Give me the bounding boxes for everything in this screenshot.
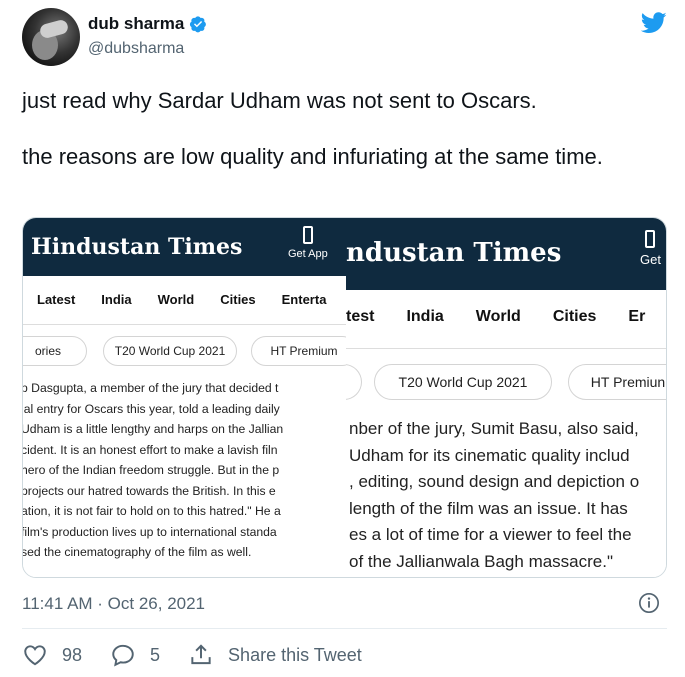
tweet-media[interactable]: Hindustan Times Get App Latest India Wor… [22,217,667,578]
media-image-right[interactable]: ndustan Times Get test India World Citie… [346,218,666,577]
tweet-header: dub sharma @dubsharma [22,8,667,68]
ht-nav-item: World [157,292,195,307]
share-button[interactable]: Share this Tweet [188,642,362,668]
tweet-paragraph: just read why Sardar Udham was not sent … [22,88,537,113]
media-image-left[interactable]: Hindustan Times Get App Latest India Wor… [23,218,346,577]
ht-pill: HT Premium [251,336,346,366]
article-line: nber of the jury, Sumit Basu, also said, [349,419,639,438]
divider [23,324,346,325]
get-app: Get [640,230,661,267]
ht-article-text: nber of the jury, Sumit Basu, also said,… [349,416,639,575]
ht-header-bar: Hindustan Times Get App [23,218,346,276]
get-app-label: Get App [288,248,328,260]
ht-nav-item: Cities [220,292,256,307]
phone-icon [302,226,313,244]
article-line: Udham for its cinematic quality includ [349,445,630,465]
get-app-label: Get [640,252,661,267]
ht-nav-item: Er [628,308,646,325]
display-name-row[interactable]: dub sharma [88,14,207,34]
article-line: p Dasgupta, a member of the jury that de… [23,381,279,395]
ht-article-text: p Dasgupta, a member of the jury that de… [23,378,283,563]
ht-nav-item: Latest [37,292,76,307]
user-handle[interactable]: @dubsharma [88,40,184,58]
tweet-timestamp[interactable]: 11:41 AM · Oct 26, 2021 [22,594,205,614]
ht-pill: T20 World Cup 2021 [374,364,552,400]
phone-icon [645,230,656,248]
like-button[interactable]: 98 [22,642,82,668]
ht-pill: T20 World Cup 2021 [103,336,237,366]
ht-nav-item: test [346,308,375,325]
ht-header-bar: ndustan Times Get [346,218,666,290]
reply-count: 5 [150,644,161,665]
ht-nav-item: India [406,308,444,325]
ht-pill: ories [23,336,87,366]
article-line: hero of the Indian freedom struggle. But… [23,463,280,477]
ht-pill: HT Premiun [568,364,666,400]
verified-badge-icon [190,16,207,33]
ht-nav-item: Enterta [281,292,327,307]
avatar[interactable] [22,8,80,66]
tweet-actions: 98 5 Share this Tweet [22,640,390,670]
article-line: ial entry for Oscars this year, told a l… [23,401,280,416]
ht-nav-item: Cities [552,308,597,325]
ht-nav: Latest India World Cities Enterta [37,292,346,307]
article-line: film's production lives up to internatio… [23,524,277,539]
ht-logo: Hindustan Times [31,234,243,260]
article-line: Udham is a little lengthy and harps on t… [23,422,284,436]
article-line: projects our hatred towards the British.… [23,483,276,498]
ht-nav: test India World Cities Er [346,308,666,326]
divider [22,628,667,629]
ht-pill-edge [346,364,362,400]
article-line: sed the cinematography of the film as we… [23,545,252,559]
ht-logo: ndustan Times [346,238,562,268]
like-count: 98 [62,644,83,665]
ht-nav-item: India [101,292,132,307]
article-line: es a lot of time for a viewer to feel th… [349,525,632,544]
article-line: , editing, sound design and depiction o [349,472,640,491]
divider [346,348,666,349]
article-line: of the Jallianwala Bagh massacre." [349,551,614,571]
share-icon [191,644,211,665]
article-line: length of the film was an issue. It has [349,498,628,518]
reply-icon [112,644,134,667]
share-label: Share this Tweet [228,644,362,665]
ht-nav-item: World [475,308,521,325]
info-icon[interactable] [638,592,660,614]
twitter-bird-icon[interactable] [641,12,667,34]
reply-button[interactable]: 5 [110,642,160,668]
article-line: cident. It is an honest effort to make a… [23,442,278,457]
heart-icon [24,645,46,666]
get-app: Get App [288,226,328,260]
tweet-text: just read why Sardar Udham was not sent … [22,87,662,199]
tweet-paragraph: the reasons are low quality and infuriat… [22,144,603,169]
article-line: ation, it is not fair to hold on to this… [23,504,281,518]
display-name[interactable]: dub sharma [88,14,184,34]
